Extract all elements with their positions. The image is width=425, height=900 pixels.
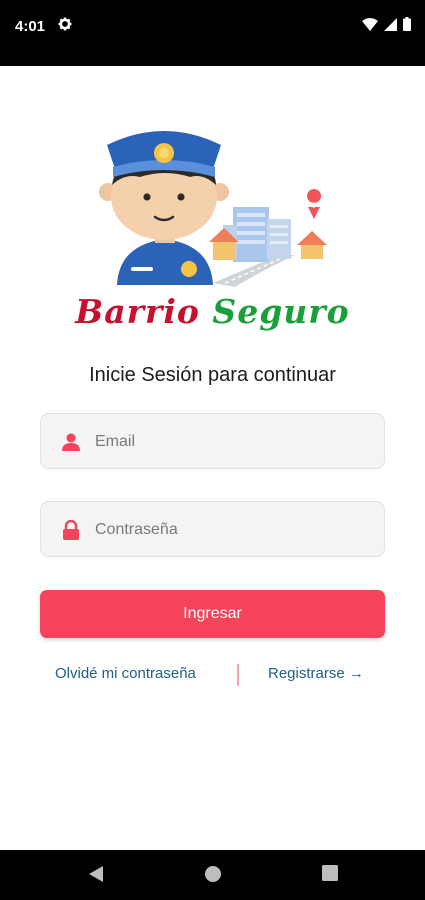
home-icon[interactable] xyxy=(204,865,222,883)
brand-word-2: Seguro xyxy=(212,292,350,331)
brand-word-1: Barrio xyxy=(75,292,200,331)
navigation-bar xyxy=(0,850,425,900)
login-subtitle: Inicie Sesión para continuar xyxy=(89,364,336,386)
brand-title: Barrio Seguro xyxy=(0,292,425,331)
forgot-password-link[interactable]: Olvidé mi contraseña xyxy=(55,665,196,682)
email-field[interactable] xyxy=(40,413,385,470)
password-input[interactable] xyxy=(93,502,377,558)
signal-icon xyxy=(384,17,397,31)
status-time: 4:01 xyxy=(15,18,46,35)
link-divider xyxy=(237,664,239,686)
register-link[interactable]: Registrarse → xyxy=(268,665,364,682)
lock-icon xyxy=(63,520,79,540)
email-input[interactable] xyxy=(93,414,377,470)
user-icon xyxy=(62,433,80,451)
login-button[interactable]: Ingresar xyxy=(40,590,385,638)
wifi-icon xyxy=(362,17,378,31)
battery-icon xyxy=(403,17,411,31)
status-bar: 4:01 xyxy=(0,0,425,66)
recents-icon[interactable] xyxy=(322,865,338,881)
password-field[interactable] xyxy=(40,501,385,558)
back-icon[interactable] xyxy=(88,865,104,883)
gear-icon xyxy=(58,17,72,31)
